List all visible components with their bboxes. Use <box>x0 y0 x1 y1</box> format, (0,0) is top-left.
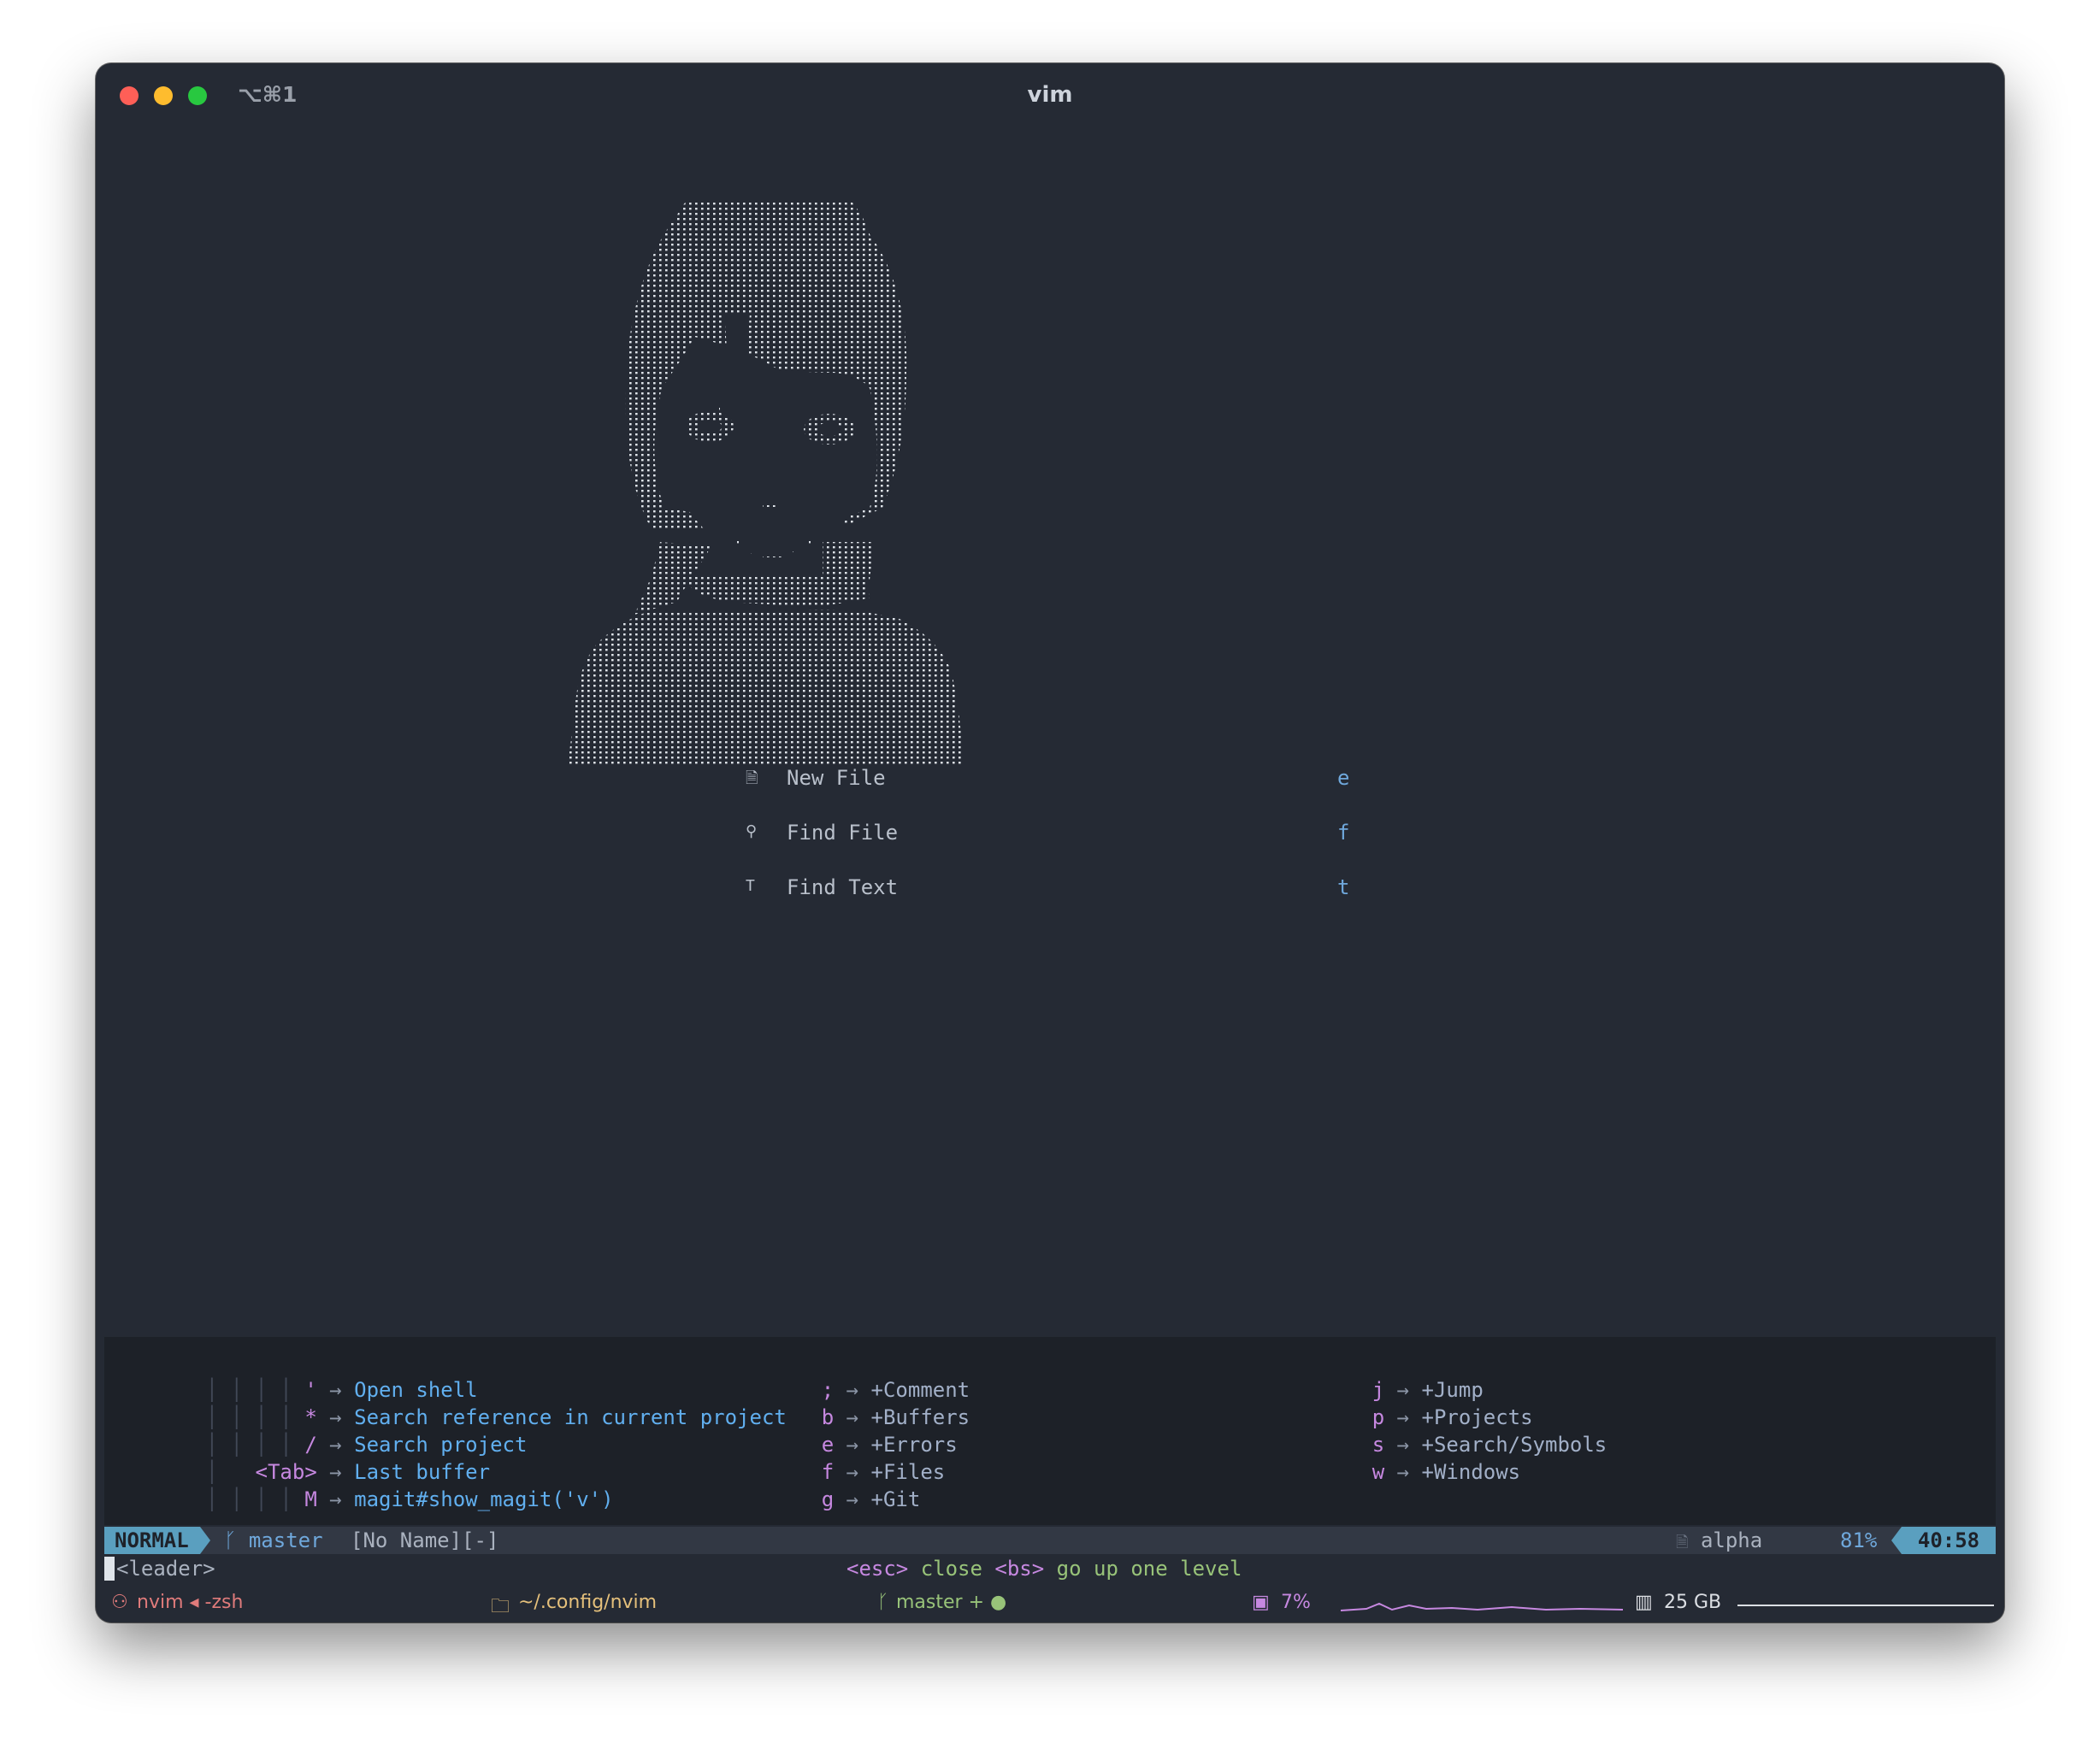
which-key-item-open-shell[interactable]: │ │ │ │ ' → Open shell <box>132 1354 478 1402</box>
command-line[interactable]: <leader> <esc> close <bs> go up one leve… <box>104 1554 1996 1583</box>
hint-text: go up one level <box>1056 1557 1242 1581</box>
position-separator <box>1891 1527 1902 1554</box>
which-key-hint: <esc> close <bs> go up one level <box>846 1557 1242 1581</box>
dashboard-button-key: f <box>1337 821 1350 845</box>
which-key-desc: +Git <box>870 1487 921 1511</box>
dashboard-button-key: e <box>1337 766 1350 790</box>
cpu-sparkline <box>1341 1602 1623 1611</box>
git-branch-name: master <box>248 1528 323 1552</box>
mode-separator <box>200 1527 210 1554</box>
which-key-group-comment[interactable]: ; → +Comment <box>747 1354 970 1402</box>
which-key-desc: +Windows <box>1421 1460 1521 1484</box>
git-branch: ᚴ master <box>224 1528 323 1552</box>
tmux-session[interactable]: nvim ◂ -zsh <box>137 1592 243 1613</box>
hint-key: <esc> <box>846 1557 909 1581</box>
cursor <box>104 1557 115 1581</box>
memory-icon: ▥ <box>1635 1592 1653 1613</box>
mode-indicator: NORMAL <box>104 1527 200 1554</box>
filetype-name: alpha <box>1700 1528 1763 1552</box>
dashboard-new-file-button[interactable]: 🗎 New File e <box>746 764 1447 798</box>
which-key-key: M <box>304 1487 317 1511</box>
terminal-window: ⌥⌘1 vim 🗎 New File e ⚲ Find File f T Fin… <box>96 63 2004 1622</box>
which-key-key: g <box>821 1487 835 1511</box>
dashboard-button-label: New File <box>787 766 886 790</box>
current-directory: ~/.config/nvim <box>518 1592 658 1613</box>
which-key-popup: │ │ │ │ ' → Open shell │ │ │ │ * → Searc… <box>104 1337 1996 1525</box>
which-key-item-search-reference[interactable]: │ │ │ │ * → Search reference in current … <box>132 1381 787 1429</box>
memory-usage: 25 GB <box>1664 1592 1722 1613</box>
new-file-icon: 🗎 <box>746 769 758 787</box>
hint-text: close <box>920 1557 982 1581</box>
which-key-group-search-symbols[interactable]: s → +Search/Symbols <box>1298 1409 1607 1457</box>
which-key-key: w <box>1371 1460 1385 1484</box>
cursor-position: 40:58 <box>1902 1527 1996 1554</box>
cpu-icon: ▣ <box>1252 1592 1270 1613</box>
which-key-item-magit[interactable]: │ │ │ │ M → magit#show_magit('v') <box>132 1463 614 1511</box>
scroll-percent: 81% <box>1840 1528 1878 1552</box>
cpu-usage: 7% <box>1281 1592 1311 1613</box>
ascii-portrait <box>557 200 985 781</box>
which-key-group-errors[interactable]: e → +Errors <box>747 1409 958 1457</box>
git-branch-icon: ᚴ <box>877 1592 889 1613</box>
search-icon: ⚲ <box>746 822 758 840</box>
dashboard-find-text-button[interactable]: T Find Text t <box>746 874 1447 908</box>
which-key-item-last-buffer[interactable]: │ <Tab> → Last buffer <box>132 1436 490 1484</box>
which-key-group-projects[interactable]: p → +Projects <box>1298 1381 1533 1429</box>
which-key-group-files[interactable]: f → +Files <box>747 1436 946 1484</box>
dashboard-button-key: t <box>1337 875 1350 899</box>
which-key-group-git[interactable]: g → +Git <box>747 1463 921 1511</box>
filetype: 🗎 alpha <box>1676 1528 1762 1558</box>
indent-guides: │ │ │ │ <box>205 1487 292 1511</box>
arrow-icon: → <box>329 1487 342 1511</box>
file-icon: 🗎 <box>1676 1534 1689 1552</box>
file-name: [No Name][-] <box>351 1528 499 1552</box>
which-key-group-windows[interactable]: w → +Windows <box>1298 1436 1520 1484</box>
folder-icon: 🗀 <box>491 1596 510 1617</box>
hint-key: <bs> <box>994 1557 1045 1581</box>
dashboard-find-file-button[interactable]: ⚲ Find File f <box>746 819 1447 853</box>
tmux-status-bar: ⚇ nvim ◂ -zsh 🗀 ~/.config/nvim ᚴ master … <box>96 1585 2004 1622</box>
arrow-icon: → <box>1396 1460 1410 1484</box>
tmux-session-icon: ⚇ <box>111 1592 128 1613</box>
git-status: master + ● <box>896 1592 1007 1613</box>
status-line: NORMAL ᚴ master [No Name][-] 🗎 alpha 81%… <box>104 1527 1996 1554</box>
which-key-desc: magit#show_magit('v') <box>354 1487 614 1511</box>
which-key-group-jump[interactable]: j → +Jump <box>1298 1354 1484 1402</box>
leader-prefix: <leader> <box>116 1557 215 1581</box>
dashboard-button-label: Find File <box>787 821 899 845</box>
which-key-item-search-project[interactable]: │ │ │ │ / → Search project <box>132 1409 528 1457</box>
text-icon: T <box>746 877 755 895</box>
arrow-icon: → <box>846 1487 859 1511</box>
git-branch-icon: ᚴ <box>224 1528 237 1552</box>
dashboard-button-label: Find Text <box>787 875 899 899</box>
memory-sparkline <box>1737 1605 1994 1606</box>
which-key-group-buffers[interactable]: b → +Buffers <box>747 1381 970 1429</box>
